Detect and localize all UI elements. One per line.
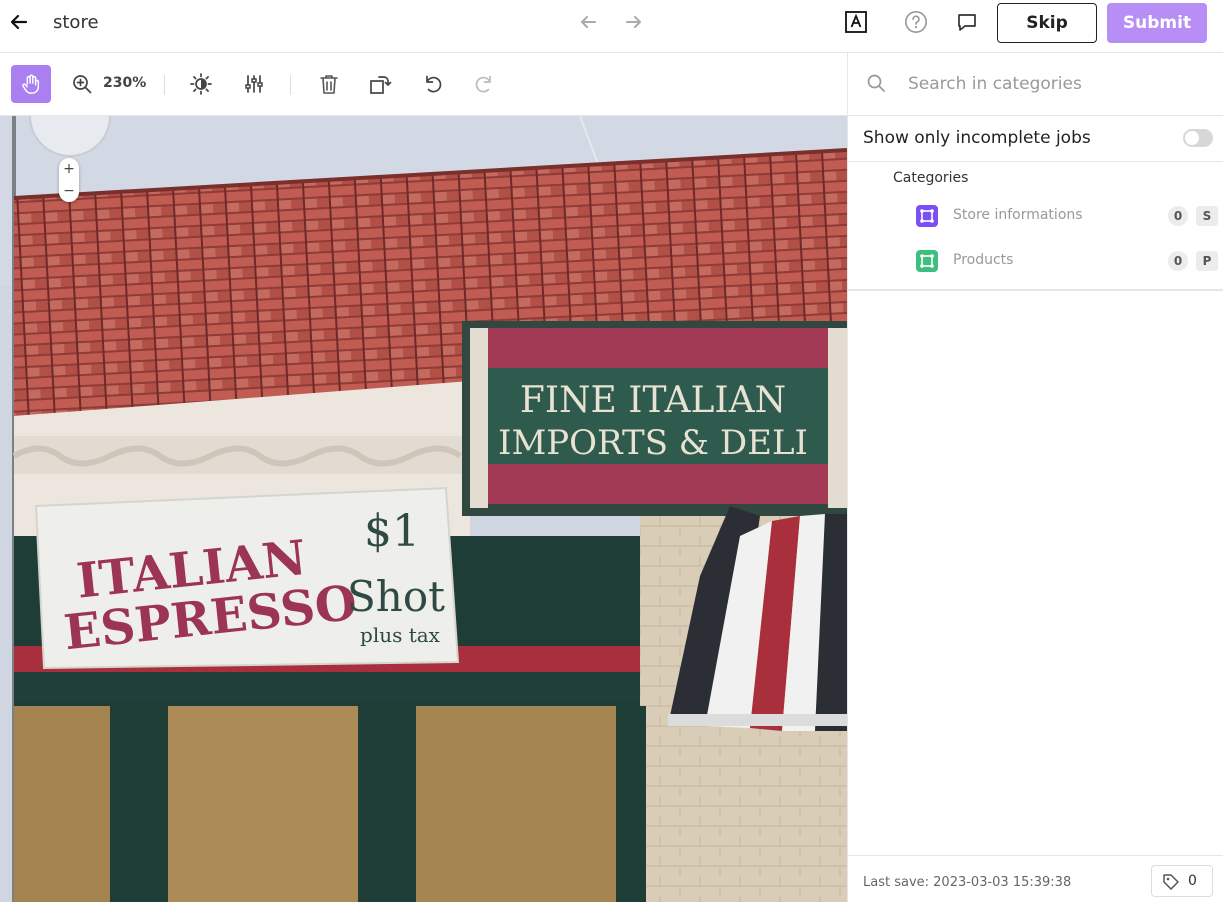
top-bar: store Skip Submit — [0, 0, 1223, 53]
redo-icon[interactable] — [464, 65, 504, 103]
map-zoom-in-button[interactable]: + — [59, 158, 79, 180]
sign-tax: plus tax — [360, 623, 441, 647]
last-save-timestamp: Last save: 2023-03-03 15:39:38 — [863, 875, 1072, 890]
bounding-box-icon — [916, 250, 938, 272]
category-label: Products — [953, 252, 1014, 268]
trash-icon[interactable] — [309, 65, 349, 103]
map-zoom-control: + − — [59, 158, 79, 202]
incomplete-toggle[interactable] — [1183, 129, 1213, 147]
bounding-box-icon — [916, 205, 938, 227]
incomplete-filter-row: Show only incomplete jobs — [848, 116, 1223, 162]
zoom-icon[interactable] — [62, 65, 102, 103]
toolbar-divider — [290, 75, 291, 95]
hand-icon[interactable] — [11, 65, 51, 103]
sign-shot: Shot — [347, 572, 445, 621]
category-shortcut-key: S — [1196, 206, 1218, 226]
undo-icon[interactable] — [413, 65, 453, 103]
sign-fine-line1: FINE ITALIAN — [520, 380, 786, 421]
image-toolbar: 230% — [0, 53, 847, 116]
undo-nav-arrow-icon[interactable] — [576, 10, 600, 34]
zoom-level: 230% — [103, 75, 147, 91]
search-input[interactable] — [908, 69, 1208, 99]
rotate-icon[interactable] — [360, 65, 400, 103]
category-search — [848, 53, 1223, 116]
sliders-icon[interactable] — [234, 65, 274, 103]
categories-divider — [848, 289, 1223, 291]
submit-button[interactable]: Submit — [1107, 3, 1207, 43]
image-canvas[interactable]: FINE ITALIAN IMPORTS & DELI ITALIAN ESPR… — [0, 116, 847, 902]
help-icon[interactable] — [904, 10, 928, 34]
toolbar-divider — [164, 75, 165, 95]
font-a-icon[interactable] — [844, 10, 868, 34]
panel-footer: Last save: 2023-03-03 15:39:38 0 — [848, 855, 1223, 902]
back-arrow-icon[interactable] — [6, 9, 32, 35]
category-count-badge: 0 — [1168, 206, 1188, 226]
incomplete-filter-label: Show only incomplete jobs — [863, 128, 1091, 148]
categories-panel: Show only incomplete jobs Categories Sto… — [847, 53, 1223, 902]
brightness-icon[interactable] — [181, 65, 221, 103]
sign-price: $1 — [364, 506, 420, 557]
redo-nav-arrow-icon[interactable] — [622, 10, 646, 34]
sign-fine-line2: IMPORTS & DELI — [498, 423, 808, 463]
skip-button[interactable]: Skip — [997, 3, 1097, 43]
category-shortcut-key: P — [1196, 251, 1218, 271]
category-item-products[interactable]: Products 0 P — [848, 244, 1223, 280]
categories-heading: Categories — [893, 170, 969, 186]
tag-counter-button[interactable]: 0 — [1151, 865, 1213, 897]
tag-icon — [1161, 872, 1181, 896]
category-label: Store informations — [953, 207, 1083, 223]
map-zoom-out-button[interactable]: − — [59, 180, 79, 202]
search-icon — [866, 73, 886, 97]
comment-icon[interactable] — [955, 10, 979, 34]
tag-count: 0 — [1188, 873, 1197, 889]
category-count-badge: 0 — [1168, 251, 1188, 271]
storefront-photo: FINE ITALIAN IMPORTS & DELI ITALIAN ESPR… — [0, 116, 847, 902]
category-item-store-informations[interactable]: Store informations 0 S — [848, 199, 1223, 235]
page-title: store — [53, 12, 99, 33]
